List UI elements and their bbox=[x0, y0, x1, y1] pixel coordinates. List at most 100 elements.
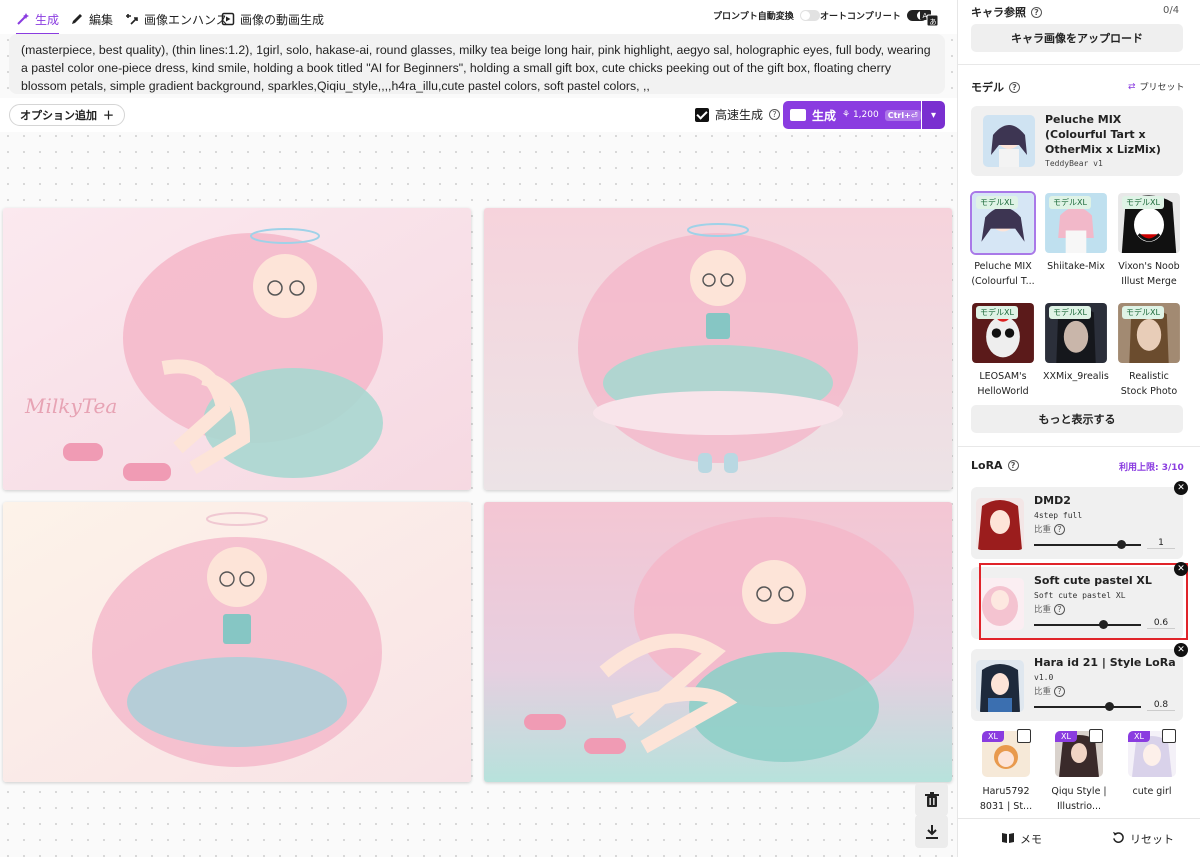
model-thumbnail bbox=[983, 115, 1035, 167]
lora-weight-value[interactable]: 0.8 bbox=[1147, 700, 1175, 711]
selected-model-card[interactable]: Peluche MIX (Colourful Tart x OtherMix x… bbox=[971, 106, 1183, 176]
lora-limit: 利用上限: 3/10 bbox=[1119, 463, 1184, 473]
prompt-convert-switch[interactable] bbox=[799, 10, 820, 21]
divider bbox=[958, 446, 1200, 447]
generated-image-1[interactable]: MilkyTea bbox=[3, 208, 471, 490]
tab-bar: 生成 編集 画像エンハンス 画像の動画生成 プロンプト自動変換 オートコンプリー… bbox=[0, 0, 957, 35]
generated-image-4[interactable] bbox=[484, 502, 952, 782]
lora-weight-slider[interactable] bbox=[1034, 540, 1141, 549]
slider-knob[interactable] bbox=[1117, 540, 1127, 549]
fast-gen-checkbox[interactable] bbox=[695, 107, 709, 122]
model-tile[interactable]: モデルXL LEOSAM's HelloWorld XL bbox=[970, 301, 1036, 399]
model-xl-badge: モデルXL bbox=[1122, 196, 1164, 209]
book-icon bbox=[1001, 832, 1015, 847]
divider bbox=[958, 64, 1200, 65]
prompt-convert-toggle[interactable]: プロンプト自動変換 bbox=[713, 9, 820, 22]
lora-title-label: LoRA bbox=[971, 459, 1003, 472]
upload-char-button[interactable]: キャラ画像をアップロード bbox=[971, 24, 1183, 52]
panel-bottom-bar: メモ リセット bbox=[958, 818, 1200, 857]
plus-icon: ＋ bbox=[103, 109, 114, 122]
svg-text:A: A bbox=[923, 12, 928, 20]
help-icon[interactable]: ? bbox=[1054, 685, 1066, 697]
preset-button[interactable]: ⇄ プリセット bbox=[1128, 80, 1185, 94]
reset-icon bbox=[1112, 831, 1125, 847]
model-title-label: モデル bbox=[971, 81, 1004, 94]
prompt-convert-label: プロンプト自動変換 bbox=[713, 12, 794, 22]
close-icon[interactable]: ✕ bbox=[1174, 562, 1188, 576]
lora-tile-name: Qiqu Style | Illustrio... bbox=[1051, 786, 1107, 812]
help-icon[interactable]: ? bbox=[769, 109, 781, 120]
help-icon[interactable]: ? bbox=[1031, 6, 1042, 18]
lora-version: 4step full bbox=[1034, 511, 1083, 520]
settings-panel: キャラ参照 ? 0/4 キャラ画像をアップロード モデル ? ⇄ プリセット P… bbox=[957, 0, 1200, 857]
lora-card[interactable]: Hara id 21 | Style LoRa v1.0 比重? 0.8 bbox=[971, 649, 1183, 721]
tab-enhance[interactable]: 画像エンハンス bbox=[125, 8, 228, 30]
lora-weight-slider[interactable] bbox=[1034, 702, 1141, 711]
model-tile-name: Realistic Stock Photo bbox=[1120, 371, 1178, 397]
swap-icon: ⇄ bbox=[1128, 81, 1136, 92]
model-tile-name: Vixon's Noob Illust Merge bbox=[1118, 261, 1180, 287]
enhance-icon bbox=[126, 14, 138, 25]
generation-controls: オプション追加 ＋ 高速生成 ? 生成 ⚘ 1,200 Ctrl+⏎ ▾ bbox=[0, 98, 957, 132]
memo-label: メモ bbox=[1020, 833, 1042, 846]
lora-tile-checkbox[interactable] bbox=[1162, 729, 1176, 743]
generated-image-3[interactable] bbox=[3, 502, 471, 782]
help-icon[interactable]: ? bbox=[1007, 460, 1019, 471]
model-tile-name: Shiitake-Mix bbox=[1047, 261, 1105, 272]
main-area: 生成 編集 画像エンハンス 画像の動画生成 プロンプト自動変換 オートコンプリー… bbox=[0, 0, 957, 857]
lora-card[interactable]: DMD2 4step full 比重? 1 bbox=[971, 487, 1183, 559]
lora-tile-checkbox[interactable] bbox=[1089, 729, 1103, 743]
lora-weight-text: 比重 bbox=[1034, 687, 1052, 697]
model-xl-badge: モデルXL bbox=[1049, 306, 1091, 319]
char-ref-title: キャラ参照 ? bbox=[971, 4, 1042, 20]
memo-button[interactable]: メモ bbox=[1001, 831, 1042, 847]
generate-label: 生成 bbox=[812, 108, 837, 123]
add-option-button[interactable]: オプション追加 ＋ bbox=[9, 104, 125, 126]
translate-icon[interactable]: Aあ bbox=[920, 10, 939, 27]
lora-tile[interactable]: XL Haru5792 8031 | St... bbox=[973, 731, 1039, 814]
generate-button[interactable]: 生成 ⚘ 1,200 Ctrl+⏎ bbox=[783, 101, 921, 129]
lora-thumbnail bbox=[976, 660, 1024, 712]
generate-cost: ⚘ 1,200 bbox=[842, 110, 879, 120]
model-tile[interactable]: モデルXL Vixon's Noob Illust Merge bbox=[1116, 191, 1182, 289]
lora-name: DMD2 bbox=[1034, 494, 1071, 507]
char-ref-count: 0/4 bbox=[1163, 5, 1180, 16]
fast-gen-option[interactable]: 高速生成 ? bbox=[695, 106, 781, 123]
video-icon bbox=[221, 12, 235, 26]
help-icon[interactable]: ? bbox=[1054, 523, 1066, 535]
lora-weight-value[interactable]: 1 bbox=[1147, 538, 1175, 549]
help-icon[interactable]: ? bbox=[1009, 81, 1020, 93]
lora-weight-text: 比重 bbox=[1034, 525, 1052, 535]
autocomplete-toggle[interactable]: オートコンプリート bbox=[820, 9, 927, 22]
wand-icon bbox=[17, 13, 29, 25]
preset-label: プリセット bbox=[1139, 83, 1185, 93]
tab-video[interactable]: 画像の動画生成 bbox=[221, 8, 324, 30]
reset-button[interactable]: リセット bbox=[1112, 831, 1174, 847]
lora-xl-tag: XL bbox=[1128, 731, 1150, 742]
show-more-button[interactable]: もっと表示する bbox=[971, 405, 1183, 433]
model-xl-badge: モデルXL bbox=[976, 196, 1018, 209]
model-xl-badge: モデルXL bbox=[1122, 306, 1164, 319]
selected-model-name: Peluche MIX (Colourful Tart x OtherMix x… bbox=[1045, 113, 1161, 156]
close-icon[interactable]: ✕ bbox=[1174, 481, 1188, 495]
model-tile[interactable]: モデルXL Realistic Stock Photo bbox=[1116, 301, 1182, 399]
download-icon[interactable] bbox=[915, 815, 948, 848]
lora-tile-checkbox[interactable] bbox=[1017, 729, 1031, 743]
tab-edit[interactable]: 編集 bbox=[70, 8, 113, 30]
slider-knob[interactable] bbox=[1105, 702, 1115, 711]
lora-tile-name: Haru5792 8031 | St... bbox=[979, 786, 1033, 812]
generated-image-2[interactable] bbox=[484, 208, 952, 490]
trash-icon[interactable] bbox=[915, 783, 948, 816]
model-tile[interactable]: モデルXL Shiitake-Mix bbox=[1043, 191, 1109, 289]
prompt-input[interactable]: (masterpiece, best quality), (thin lines… bbox=[9, 34, 945, 94]
chevron-down-icon[interactable]: ▾ bbox=[922, 101, 945, 129]
highlight-box bbox=[979, 563, 1188, 640]
autocomplete-label: オートコンプリート bbox=[820, 12, 901, 22]
tab-enhance-label: 画像エンハンス bbox=[144, 12, 228, 27]
close-icon[interactable]: ✕ bbox=[1174, 643, 1188, 657]
tab-generate[interactable]: 生成 bbox=[16, 8, 60, 35]
lora-version: v1.0 bbox=[1034, 673, 1054, 682]
lora-tile[interactable]: XL Qiqu Style | Illustrio... bbox=[1046, 731, 1112, 814]
model-tile[interactable]: モデルXL Peluche MIX (Colourful T... bbox=[970, 191, 1036, 289]
model-tile[interactable]: モデルXL XXMix_9realisticSDXL bbox=[1043, 301, 1109, 399]
